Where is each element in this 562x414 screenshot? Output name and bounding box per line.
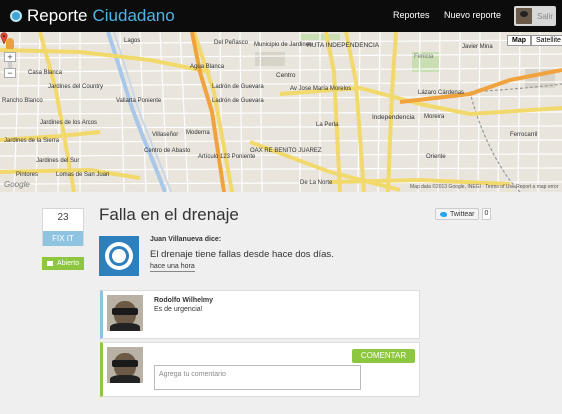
map-label: Lázaro Cárdenas	[418, 90, 465, 96]
comentar-button[interactable]: COMENTAR	[352, 349, 415, 363]
map-label: Pintores	[16, 172, 39, 178]
top-bar: Reporte Ciudadano Reportes Nuevo reporte…	[0, 0, 562, 32]
vote-count: 23	[57, 212, 69, 223]
map-label: Rancho Blanco	[2, 98, 43, 104]
brand-secondary: Ciudadano	[92, 6, 175, 25]
map-canvas	[0, 32, 562, 192]
user-avatar	[516, 8, 532, 24]
report-time-link[interactable]: hace una hora	[150, 263, 195, 272]
tweet-count: 0	[482, 208, 491, 220]
map-label: Ladrón de Guevara	[212, 84, 264, 90]
brand-primary: Reporte	[27, 6, 88, 25]
map-zoom-control: + −	[4, 38, 16, 78]
map-type-control: Map Satellite	[507, 35, 562, 46]
nav-nuevo-reporte-link[interactable]: Nuevo reporte	[444, 10, 501, 20]
map-label: Moderna	[186, 130, 210, 136]
logout-label: Salir	[537, 11, 554, 21]
author-name: Juan Villanueva dice:	[150, 236, 222, 243]
flag-icon	[47, 261, 53, 266]
map-label: De La Norte	[300, 180, 333, 186]
report-body: El drenaje tiene fallas desde hace dos d…	[150, 249, 334, 260]
map-label: Del Peñasco	[214, 40, 249, 46]
map-label: Artículo 123 Poniente	[198, 154, 256, 160]
tweet-button[interactable]: Twittear	[435, 208, 479, 220]
map-label: Casa Blanca	[28, 70, 63, 76]
map-label: Fenicia	[414, 54, 434, 60]
map-label: OAX RE BENITO JUAREZ	[250, 148, 322, 154]
map-type-map-button[interactable]: Map	[507, 35, 531, 46]
map-label: Centro	[276, 72, 296, 79]
map-label: Villaseñor	[152, 132, 179, 138]
map-label: Moreira	[424, 114, 445, 120]
map-label: Jardines del Country	[48, 84, 104, 90]
map-label: Jardines de la Sierra	[4, 138, 60, 144]
map-label: La Perla	[316, 122, 339, 128]
brand-logo-icon	[10, 10, 22, 22]
map-type-satellite-button[interactable]: Satellite	[531, 35, 562, 46]
map-copyright[interactable]: Map data ©2013 Google, INEGI · Terms of …	[410, 184, 558, 190]
map-label: Jardines del Sur	[36, 158, 80, 164]
map-label: Lagos	[124, 38, 141, 44]
twitter-bird-icon	[440, 211, 447, 217]
zoom-out-button[interactable]: −	[4, 68, 16, 78]
tweet-label: Twittear	[450, 210, 475, 218]
map-label: Oriente	[426, 154, 446, 160]
map-label: Ladrón de Guevara	[212, 98, 264, 104]
brand[interactable]: Reporte Ciudadano	[10, 6, 175, 26]
map-label: Vallarta Poniente	[116, 98, 162, 104]
report-title: Falla en el drenaje	[99, 205, 239, 224]
zoom-in-button[interactable]: +	[4, 52, 16, 62]
status-badge: Abierto	[42, 257, 84, 270]
map-label: Centro de Abasto	[144, 148, 191, 154]
map-label: Av Jose María Morelos	[290, 86, 352, 92]
map-label: Ferrocarril	[510, 132, 538, 138]
comment-text: Es de urgencia!	[154, 306, 203, 313]
map-label: Municipio de Jardines	[254, 42, 313, 48]
google-logo: Google	[4, 180, 30, 189]
author-avatar	[99, 236, 139, 276]
logout-button[interactable]: Salir	[514, 6, 556, 26]
pegman-icon[interactable]	[6, 38, 14, 49]
map-label: Lomas de San Juan	[56, 172, 110, 178]
avatar	[107, 295, 143, 331]
map-label: Agua Blanca	[190, 64, 225, 70]
map-label: RUTA INDEPENDENCIA	[307, 42, 380, 49]
map-label: Jardines de los Arcos	[40, 120, 98, 126]
new-comment-form: COMENTAR	[100, 342, 420, 397]
comment-author: Rodolfo Wilhelmy	[154, 297, 214, 304]
comment-card: Rodolfo Wilhelmy Es de urgencia!	[100, 290, 420, 339]
nav-reportes-link[interactable]: Reportes	[393, 10, 430, 20]
vote-box: 23 FIX IT	[42, 208, 84, 246]
status-label: Abierto	[57, 260, 80, 267]
avatar	[107, 347, 143, 383]
fix-it-button[interactable]: FIX IT	[43, 231, 83, 246]
map[interactable]: Lagos Del Peñasco Municipio de Jardines …	[0, 32, 562, 192]
map-label: Javier Mina	[462, 44, 493, 50]
map-label: Independencia	[372, 114, 415, 121]
comment-input[interactable]	[154, 365, 361, 390]
